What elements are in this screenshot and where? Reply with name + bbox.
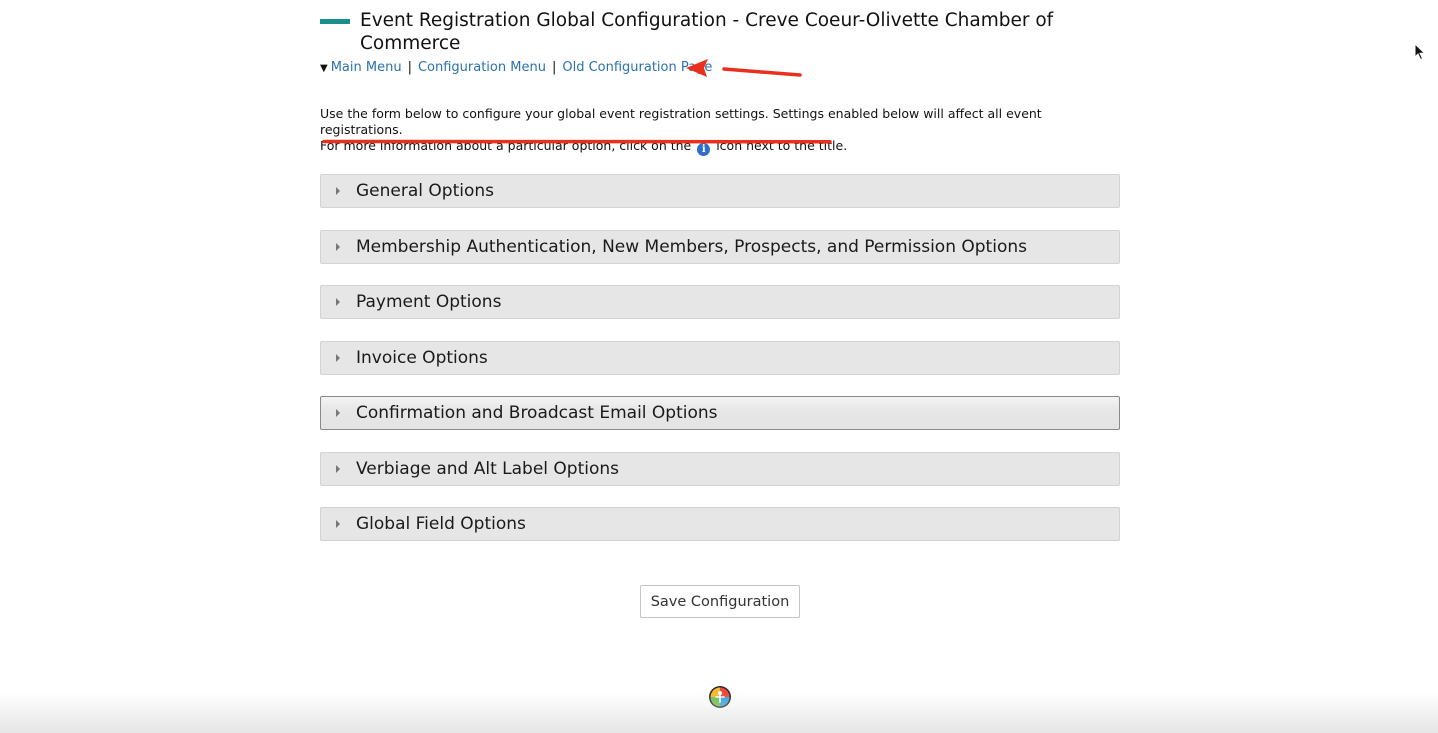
section-confirmation-email-options[interactable]: Confirmation and Broadcast Email Options xyxy=(320,396,1120,430)
section-label: Membership Authentication, New Members, … xyxy=(356,236,1027,257)
section-invoice-options[interactable]: Invoice Options xyxy=(320,340,1120,375)
caret-right-icon xyxy=(336,353,340,362)
section-label: Confirmation and Broadcast Email Options xyxy=(356,403,718,423)
nav-separator: | xyxy=(407,60,412,75)
intro-text: Use the form below to configure your glo… xyxy=(320,106,1120,156)
main-menu-link[interactable]: Main Menu xyxy=(331,60,402,75)
options-accordion: General Options Membership Authenticatio… xyxy=(320,174,1120,563)
section-label: General Options xyxy=(356,181,494,201)
caret-right-icon xyxy=(336,520,340,528)
section-payment-options[interactable]: Payment Options xyxy=(320,285,1120,319)
mouse-pointer-icon xyxy=(1414,43,1426,61)
save-configuration-button[interactable]: Save Configuration xyxy=(640,585,800,618)
section-verbiage-options[interactable]: Verbiage and Alt Label Options xyxy=(320,451,1120,486)
caret-right-icon xyxy=(336,464,340,473)
title-accent-bar xyxy=(320,19,350,24)
caret-right-icon xyxy=(336,409,340,417)
bottom-shadow xyxy=(0,693,1438,733)
section-general-options[interactable]: General Options xyxy=(320,174,1120,208)
annotation-underline xyxy=(322,139,832,144)
annotation-arrow-icon xyxy=(686,59,802,77)
collapse-triangle-icon[interactable]: ▼ xyxy=(320,63,328,74)
configuration-menu-link[interactable]: Configuration Menu xyxy=(418,60,546,75)
intro-line-1: Use the form below to configure your glo… xyxy=(320,106,1042,137)
section-label: Global Field Options xyxy=(356,514,526,534)
section-label: Invoice Options xyxy=(356,347,488,368)
section-global-field-options[interactable]: Global Field Options xyxy=(320,507,1120,541)
caret-right-icon xyxy=(336,298,340,306)
caret-right-icon xyxy=(336,187,340,195)
info-icon: i xyxy=(697,143,711,156)
section-label: Payment Options xyxy=(356,292,502,312)
nav-separator: | xyxy=(551,60,557,75)
breadcrumb-nav: ▼ Main Menu | Configuration Menu | Old Config… xyxy=(320,60,712,77)
section-label: Verbiage and Alt Label Options xyxy=(356,458,620,479)
caret-right-icon xyxy=(336,242,340,251)
page-title: Event Registration Global Configuration … xyxy=(360,10,1054,54)
section-membership-options[interactable]: Membership Authentication, New Members, … xyxy=(320,229,1120,264)
